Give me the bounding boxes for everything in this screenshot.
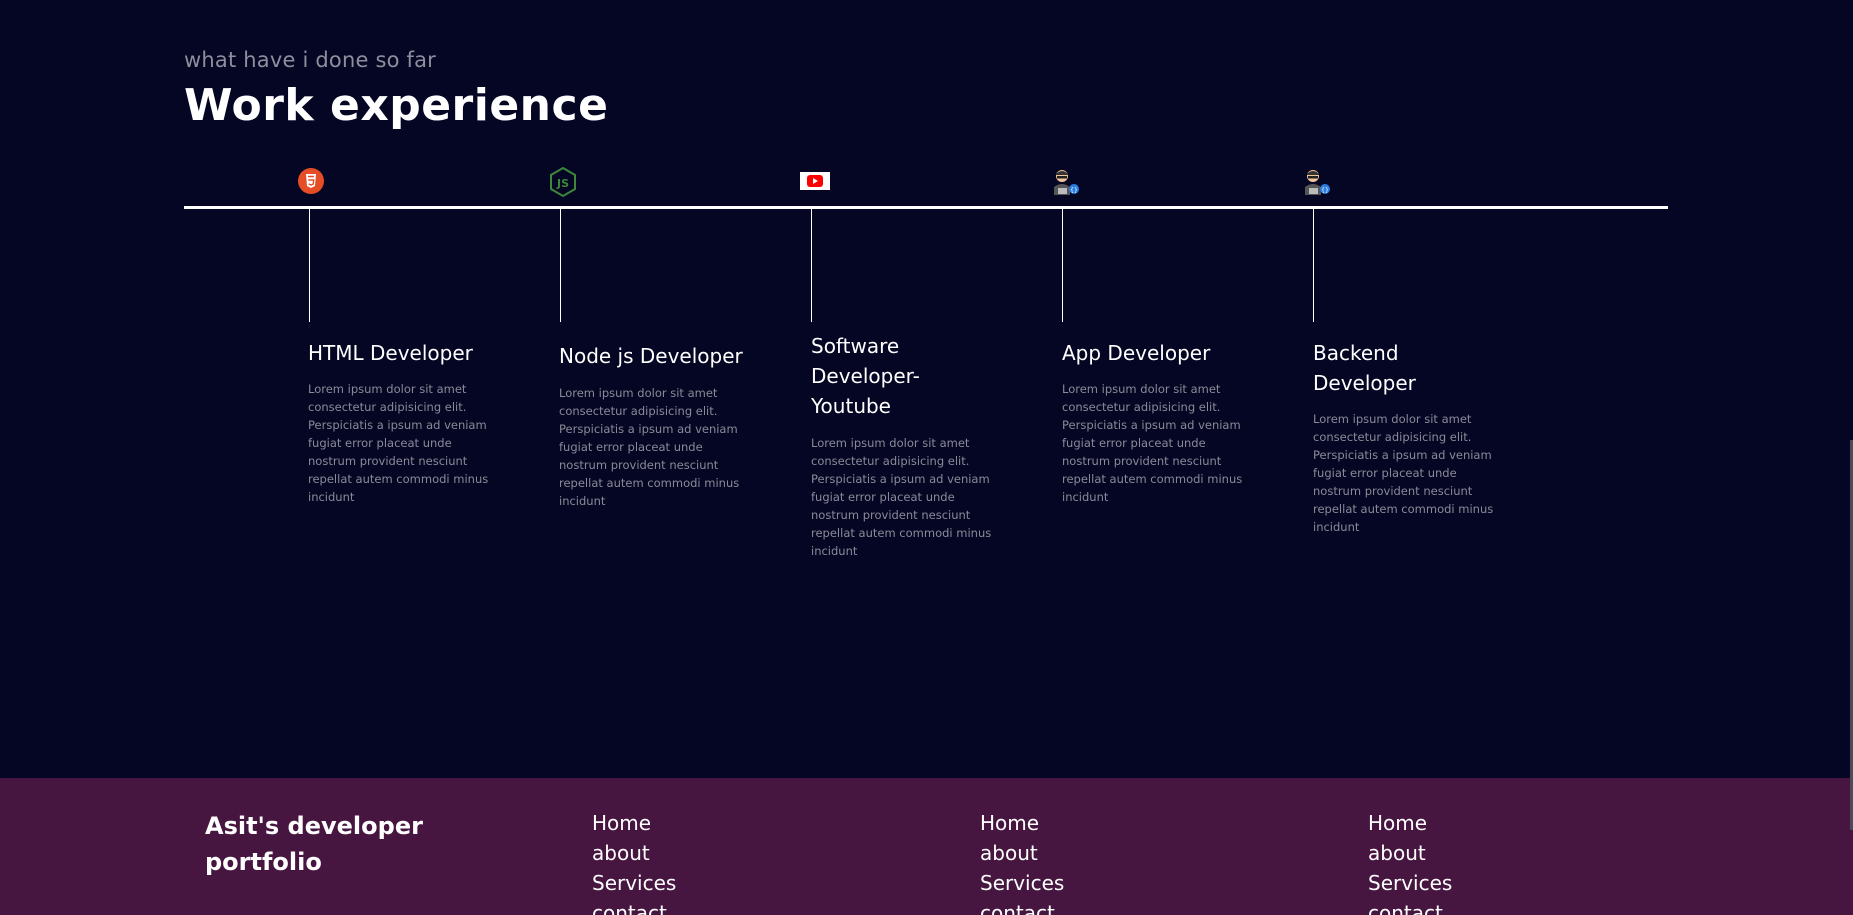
footer-brand: Asit's developer portfolio [205, 812, 423, 876]
timeline-connector [1313, 209, 1314, 322]
developer-avatar-icon: {} [1305, 170, 1330, 195]
footer-link-contact[interactable]: contact [980, 898, 1064, 915]
nodejs-icon: JS [550, 166, 576, 198]
footer-link-home[interactable]: Home [592, 808, 676, 838]
experience-description: Lorem ipsum dolor sit amet consectetur a… [308, 382, 489, 504]
footer-links-column: Home about Services contact [1368, 808, 1452, 915]
experience-description: Lorem ipsum dolor sit amet consectetur a… [559, 386, 740, 508]
experience-title: App Developer [1062, 341, 1211, 365]
footer-link-about[interactable]: about [980, 838, 1064, 868]
timeline-line [184, 206, 1668, 209]
svg-text:{}: {} [1321, 187, 1329, 194]
footer: Asit's developer portfolio Home about Se… [0, 778, 1853, 915]
footer-links-column: Home about Services contact [980, 808, 1064, 915]
youtube-icon [800, 172, 830, 190]
footer-link-home[interactable]: Home [1368, 808, 1452, 838]
footer-link-contact[interactable]: contact [592, 898, 676, 915]
svg-text:{}: {} [1070, 187, 1078, 194]
timeline-connector [811, 209, 812, 322]
experience-description: Lorem ipsum dolor sit amet consectetur a… [1062, 382, 1243, 504]
experience-title: Node js Developer [559, 344, 743, 368]
svg-text:JS: JS [556, 177, 569, 190]
section-heading: Work experience [184, 80, 609, 131]
experience-title: HTML Developer [308, 341, 473, 365]
developer-avatar-icon: {} [1054, 170, 1079, 195]
timeline-connector [560, 209, 561, 322]
footer-link-services[interactable]: Services [592, 868, 676, 898]
experience-description: Lorem ipsum dolor sit amet consectetur a… [811, 436, 992, 558]
experience-title: Software Developer-Youtube [811, 334, 920, 418]
footer-link-services[interactable]: Services [980, 868, 1064, 898]
footer-link-about[interactable]: about [1368, 838, 1452, 868]
footer-links-column: Home about Services contact [592, 808, 676, 915]
footer-link-contact[interactable]: contact [1368, 898, 1452, 915]
timeline-connector [1062, 209, 1063, 322]
footer-link-services[interactable]: Services [1368, 868, 1452, 898]
footer-link-home[interactable]: Home [980, 808, 1064, 838]
footer-link-about[interactable]: about [592, 838, 676, 868]
work-experience-section: what have i done so far Work experience … [0, 0, 1853, 778]
section-subtitle: what have i done so far [184, 48, 437, 72]
timeline-connector [309, 209, 310, 322]
html5-icon [298, 168, 324, 194]
experience-description: Lorem ipsum dolor sit amet consectetur a… [1313, 412, 1494, 534]
experience-title: Backend Developer [1313, 341, 1416, 395]
